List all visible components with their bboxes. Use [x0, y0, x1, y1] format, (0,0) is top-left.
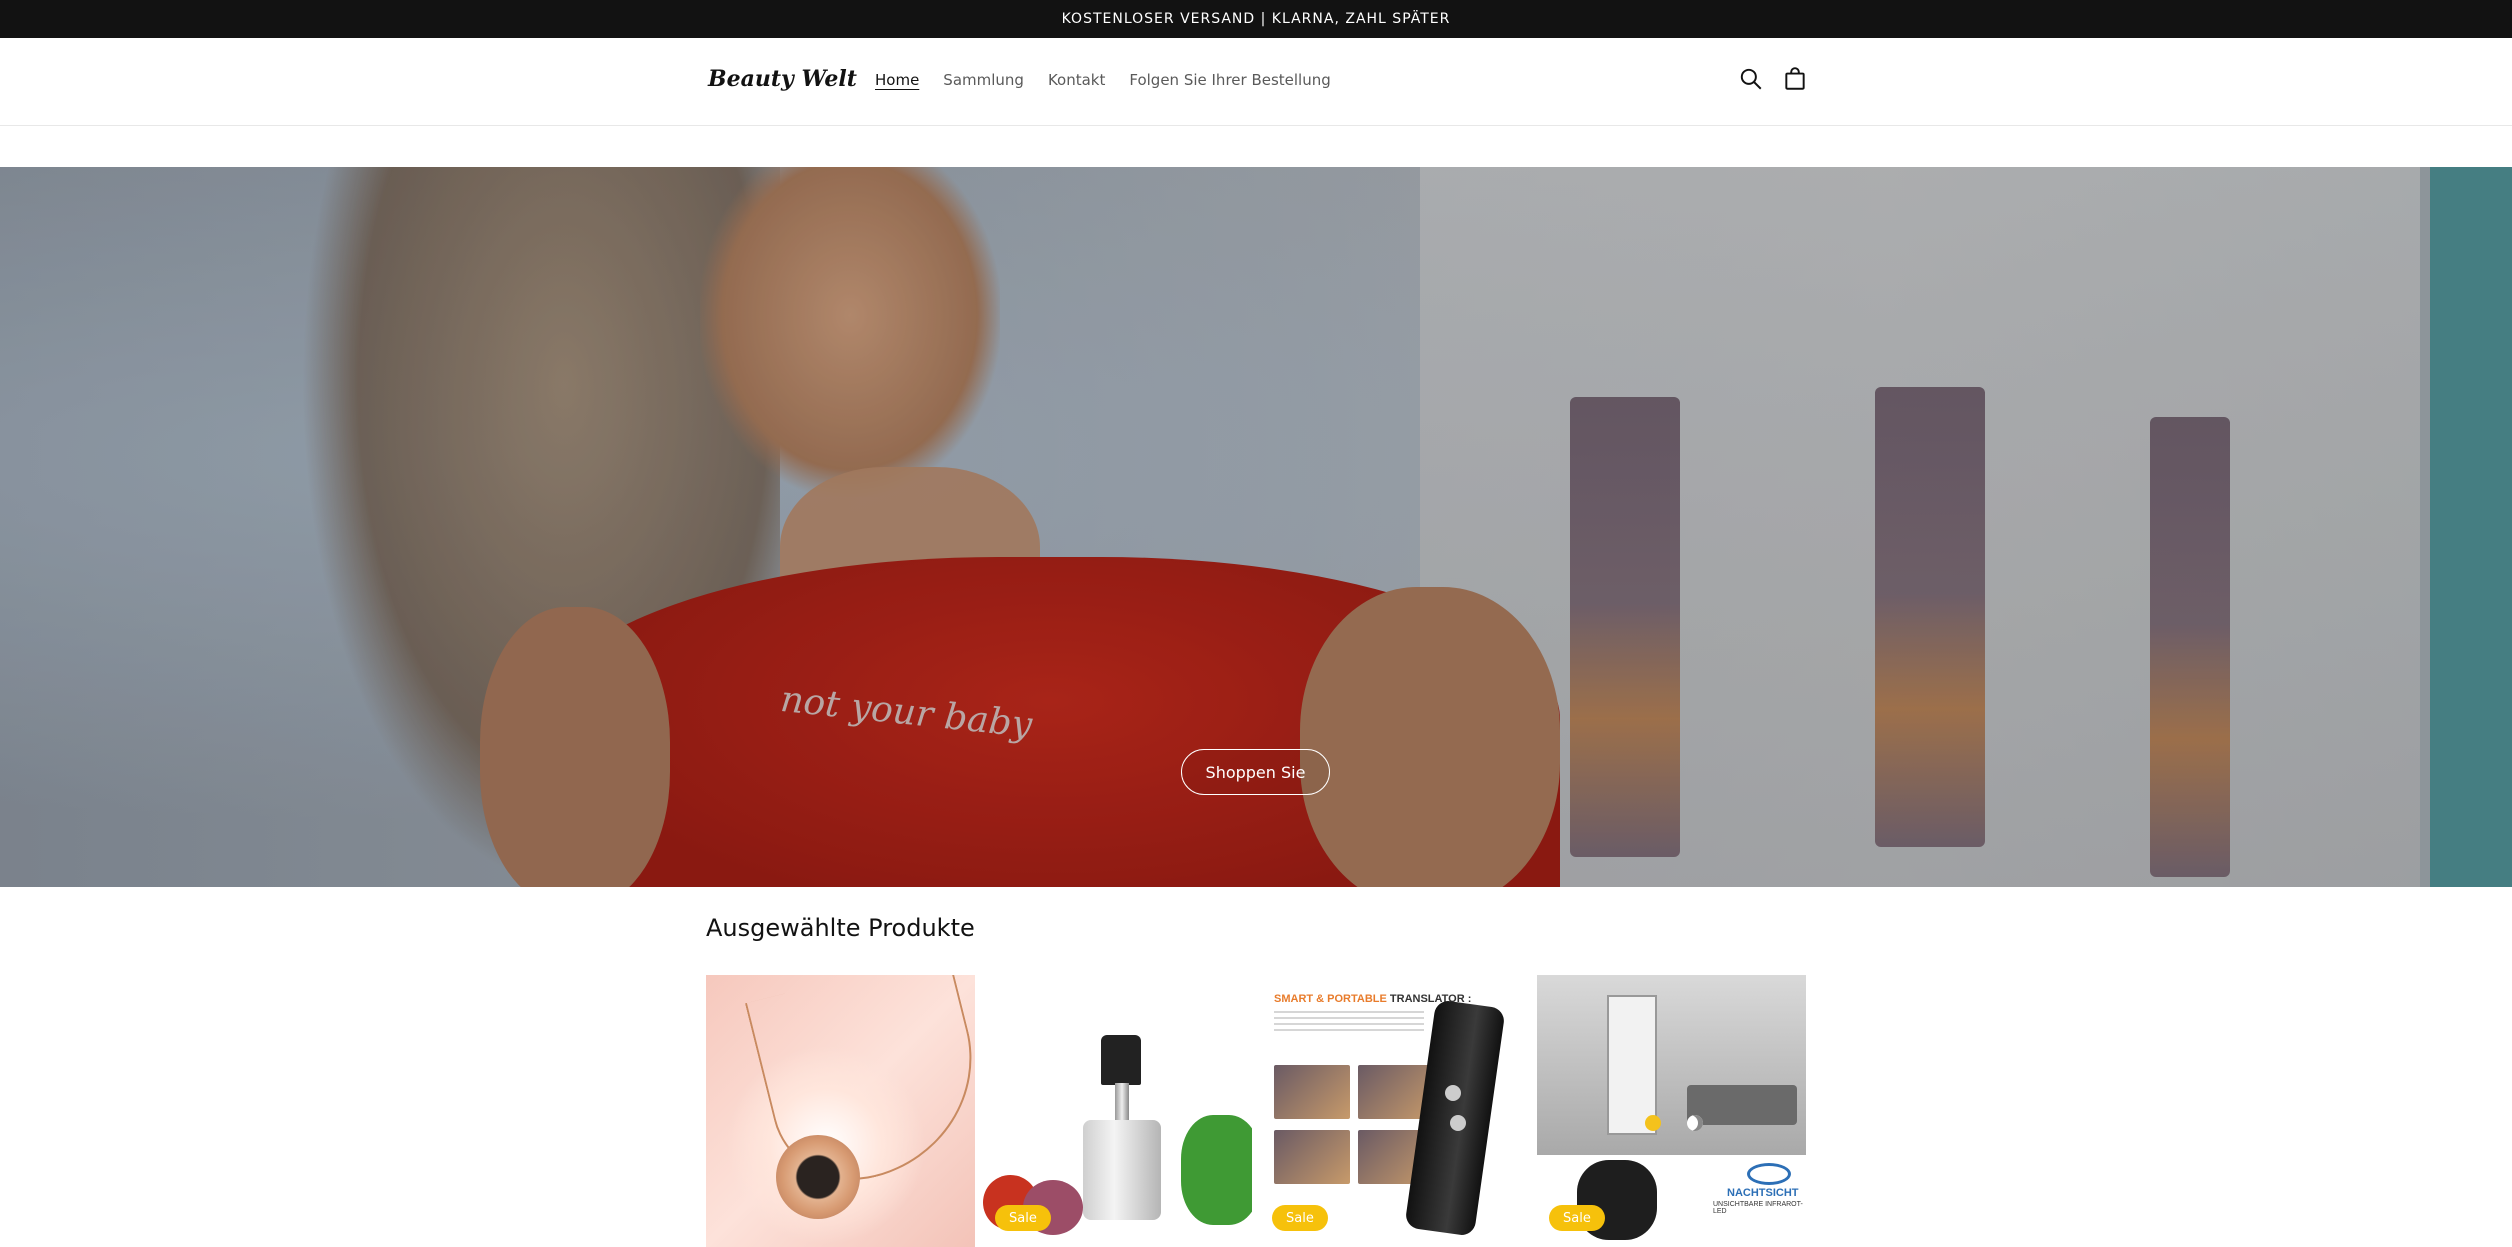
- cart-icon[interactable]: [1782, 66, 1808, 92]
- main-nav: Home Sammlung Kontakt Folgen Sie Ihrer B…: [875, 71, 1331, 89]
- product-card-translator[interactable]: SMART & PORTABLE TRANSLATOR : Sale: [1260, 975, 1529, 1247]
- header-spacer: [0, 127, 2512, 167]
- sale-badge: Sale: [1549, 1205, 1605, 1231]
- section-title: Ausgewählte Produkte: [706, 914, 975, 942]
- image-sublabel: UNSICHTBARE INFRAROT-LED: [1713, 1201, 1803, 1215]
- product-card-necklace[interactable]: [706, 975, 975, 1247]
- nav-kontakt[interactable]: Kontakt: [1048, 71, 1105, 89]
- hero-banner: not your baby Shoppen Sie: [0, 167, 2512, 887]
- nav-sammlung[interactable]: Sammlung: [943, 71, 1024, 89]
- product-image: [706, 975, 975, 1247]
- nav-home[interactable]: Home: [875, 71, 919, 89]
- shop-now-button[interactable]: Shoppen Sie: [1181, 749, 1330, 795]
- announcement-text: KOSTENLOSER VERSAND | KLARNA, ZAHL SPÄTE…: [1061, 11, 1451, 27]
- sale-badge: Sale: [995, 1205, 1051, 1231]
- image-heading: SMART & PORTABLE: [1274, 993, 1387, 1005]
- nav-track-order[interactable]: Folgen Sie Ihrer Bestellung: [1129, 71, 1330, 89]
- announcement-bar: KOSTENLOSER VERSAND | KLARNA, ZAHL SPÄTE…: [0, 0, 2512, 38]
- search-icon[interactable]: [1738, 66, 1764, 92]
- sale-badge: Sale: [1272, 1205, 1328, 1231]
- product-grid: Sale SMART & PORTABLE TRANSLATOR : Sale …: [706, 975, 1806, 1247]
- product-card-camera[interactable]: NACHTSICHT UNSICHTBARE INFRAROT-LED Sale: [1537, 975, 1806, 1247]
- image-label: NACHTSICHT: [1727, 1187, 1799, 1199]
- site-header: Beauty Welt Home Sammlung Kontakt Folgen…: [0, 38, 2512, 126]
- logo[interactable]: Beauty Welt: [708, 66, 857, 92]
- product-card-chopper[interactable]: Sale: [983, 975, 1252, 1247]
